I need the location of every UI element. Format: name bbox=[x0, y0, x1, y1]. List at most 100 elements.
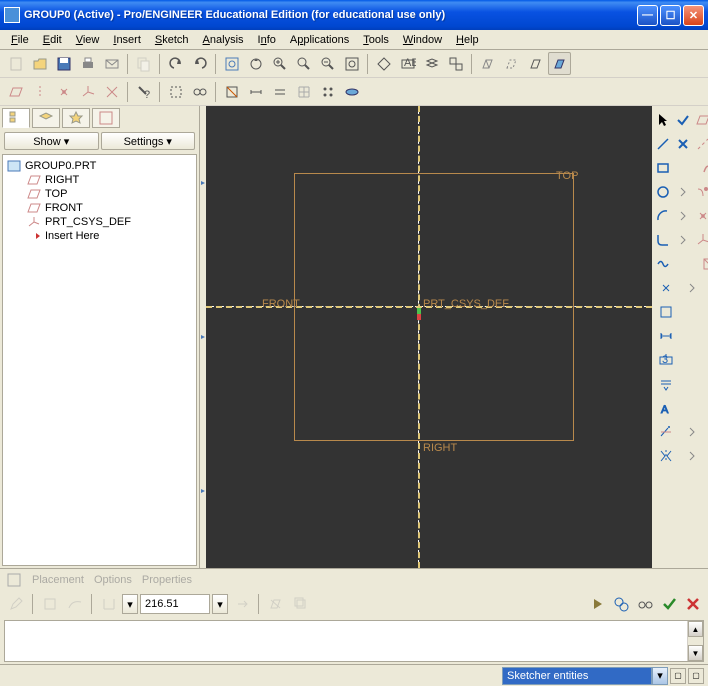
status-btn-2[interactable]: ▢ bbox=[688, 668, 704, 684]
select-rect-button[interactable] bbox=[164, 80, 187, 103]
trim-button[interactable] bbox=[654, 420, 678, 444]
settings-dropdown[interactable]: Settings ▾ bbox=[101, 132, 196, 150]
circle-dd[interactable] bbox=[674, 180, 692, 204]
accept-button[interactable] bbox=[674, 108, 692, 132]
tree-item-right[interactable]: RIGHT bbox=[7, 173, 192, 187]
close-button[interactable]: ✕ bbox=[683, 5, 704, 26]
maximize-button[interactable]: ☐ bbox=[660, 5, 681, 26]
menu-edit[interactable]: Edit bbox=[36, 32, 69, 48]
use-edge-button[interactable] bbox=[700, 252, 708, 276]
zoom-out-button[interactable] bbox=[316, 52, 339, 75]
dash-cancel-btn[interactable] bbox=[682, 593, 704, 615]
tree-item-insert[interactable]: Insert Here bbox=[7, 229, 192, 243]
tab-properties[interactable]: Properties bbox=[142, 574, 192, 586]
menu-window[interactable]: Window bbox=[396, 32, 449, 48]
mirror-button[interactable] bbox=[654, 444, 678, 468]
message-scrollbar[interactable]: ▲ ▼ bbox=[687, 621, 703, 661]
circle-button[interactable] bbox=[654, 180, 672, 204]
menu-file[interactable]: File bbox=[4, 32, 36, 48]
graphics-viewport[interactable]: TOP FRONT RIGHT PRT_CSYS_DEF bbox=[206, 106, 652, 568]
point-dd[interactable] bbox=[680, 276, 704, 300]
rectangle-button[interactable] bbox=[654, 156, 672, 180]
tab-layer-tree[interactable] bbox=[32, 108, 60, 128]
datum-point-disp-button[interactable] bbox=[52, 80, 75, 103]
dash-sketch-btn[interactable] bbox=[4, 593, 27, 616]
line-button[interactable] bbox=[654, 132, 672, 156]
datum-plane-disp-button[interactable] bbox=[4, 80, 27, 103]
new-button[interactable] bbox=[4, 52, 27, 75]
dash-flip-btn[interactable] bbox=[230, 593, 253, 616]
parallelogram-button[interactable] bbox=[694, 108, 708, 132]
copy-button[interactable] bbox=[132, 52, 155, 75]
zoom-in-button[interactable] bbox=[268, 52, 291, 75]
save-button[interactable] bbox=[52, 52, 75, 75]
show-dropdown[interactable]: Show ▾ bbox=[4, 132, 99, 150]
dash-surface-btn[interactable] bbox=[63, 593, 86, 616]
tab-options[interactable]: Options bbox=[94, 574, 132, 586]
status-btn-1[interactable]: ▢ bbox=[670, 668, 686, 684]
selection-filter-combo[interactable]: Sketcher entities bbox=[502, 667, 652, 685]
dash-ok-btn[interactable] bbox=[658, 593, 680, 615]
menu-tools[interactable]: Tools bbox=[356, 32, 396, 48]
undo-button[interactable] bbox=[164, 52, 187, 75]
dash-remove-btn[interactable] bbox=[264, 593, 287, 616]
model-tree[interactable]: GROUP0.PRT RIGHT TOP FRONT PRT_CSYS_DEF … bbox=[2, 154, 197, 566]
tree-item-top[interactable]: TOP bbox=[7, 187, 192, 201]
saved-views-button[interactable]: AB bbox=[396, 52, 419, 75]
csys-constr-button[interactable] bbox=[694, 228, 708, 252]
fillet-constr-button[interactable] bbox=[694, 180, 708, 204]
find-button[interactable] bbox=[188, 80, 211, 103]
display-nohidden-button[interactable] bbox=[524, 52, 547, 75]
dimension-button[interactable] bbox=[654, 324, 678, 348]
spline-tool-button[interactable] bbox=[654, 252, 672, 276]
layers-button[interactable] bbox=[420, 52, 443, 75]
grid-toggle-button[interactable] bbox=[292, 80, 315, 103]
menu-analysis[interactable]: Analysis bbox=[196, 32, 251, 48]
email-button[interactable] bbox=[100, 52, 123, 75]
trim-dd[interactable] bbox=[680, 420, 704, 444]
tree-root[interactable]: GROUP0.PRT bbox=[7, 159, 192, 173]
scroll-up-button[interactable]: ▲ bbox=[688, 621, 703, 637]
dash-solid-btn[interactable] bbox=[38, 593, 61, 616]
depth-value-input[interactable]: 216.51 bbox=[140, 594, 210, 614]
menu-view[interactable]: View bbox=[69, 32, 107, 48]
point-button[interactable] bbox=[654, 276, 678, 300]
dash-resume-btn[interactable] bbox=[586, 593, 608, 615]
tab-favorites[interactable] bbox=[62, 108, 90, 128]
spline-button[interactable] bbox=[700, 156, 708, 180]
menu-help[interactable]: Help bbox=[449, 32, 486, 48]
select-button[interactable] bbox=[654, 108, 672, 132]
print-button[interactable] bbox=[76, 52, 99, 75]
centerline-button[interactable] bbox=[694, 132, 708, 156]
delete-button[interactable] bbox=[674, 132, 692, 156]
menu-sketch[interactable]: Sketch bbox=[148, 32, 196, 48]
tab-model-tree[interactable] bbox=[2, 108, 30, 128]
mirror-dd[interactable] bbox=[680, 444, 704, 468]
arc-dd[interactable] bbox=[674, 204, 692, 228]
sketch-orient-button[interactable] bbox=[220, 80, 243, 103]
dash-pause-btn[interactable] bbox=[610, 593, 632, 615]
text-button[interactable]: A bbox=[654, 396, 678, 420]
regen-button[interactable] bbox=[220, 52, 243, 75]
dash-thicken-btn[interactable] bbox=[289, 593, 312, 616]
display-hidden-button[interactable] bbox=[500, 52, 523, 75]
depth1-type-dd[interactable]: ▾ bbox=[122, 594, 138, 614]
tab-placement[interactable]: Placement bbox=[32, 574, 84, 586]
scroll-down-button[interactable]: ▼ bbox=[688, 645, 703, 661]
view-mgr-button[interactable] bbox=[444, 52, 467, 75]
help-button[interactable]: ? bbox=[132, 80, 155, 103]
dash-depth1-btn[interactable] bbox=[97, 593, 120, 616]
datum-csys-disp-button[interactable] bbox=[76, 80, 99, 103]
zoom-fit-button[interactable] bbox=[292, 52, 315, 75]
tab-browser[interactable] bbox=[92, 108, 120, 128]
arc-button[interactable] bbox=[654, 204, 672, 228]
constraint-button[interactable] bbox=[654, 372, 678, 396]
point-constr-button[interactable] bbox=[694, 204, 708, 228]
depth-value-dd[interactable]: ▾ bbox=[212, 594, 228, 614]
orient-button[interactable] bbox=[372, 52, 395, 75]
menu-applications[interactable]: Applications bbox=[283, 32, 356, 48]
tree-item-front[interactable]: FRONT bbox=[7, 201, 192, 215]
menu-insert[interactable]: Insert bbox=[106, 32, 148, 48]
redo-button[interactable] bbox=[188, 52, 211, 75]
datum-axis-disp-button[interactable] bbox=[28, 80, 51, 103]
